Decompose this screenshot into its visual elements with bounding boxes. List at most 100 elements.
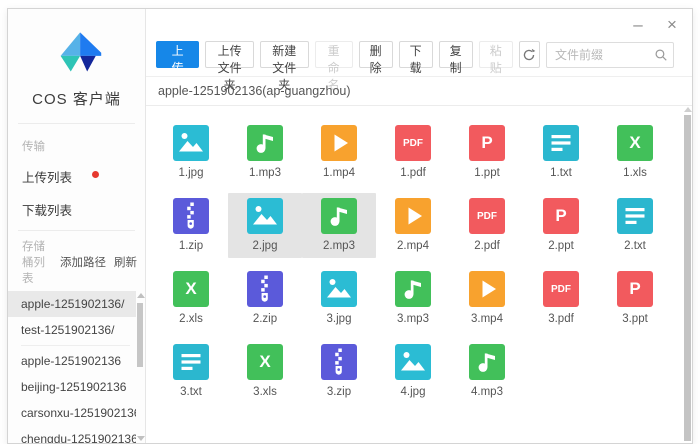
- download-list-label: 下载列表: [22, 204, 73, 218]
- scrollbar-thumb[interactable]: [684, 115, 691, 441]
- pdf-label-icon: PDF: [395, 125, 431, 161]
- bucket-item[interactable]: beijing-1251902136: [8, 374, 136, 400]
- file-name: 3.mp3: [397, 313, 429, 325]
- upload-file-button[interactable]: 上传文件: [156, 41, 200, 109]
- sidebar-scrollbar[interactable]: [136, 291, 145, 443]
- app-title: COS 客户端: [32, 91, 121, 108]
- file-item[interactable]: 1.mp3: [228, 120, 302, 185]
- bucket-item[interactable]: carsonxu-1251902136: [8, 400, 136, 426]
- file-name: 3.zip: [326, 386, 352, 398]
- file-item[interactable]: PDF 1.pdf: [376, 120, 450, 185]
- file-name: 3.jpg: [326, 313, 352, 325]
- toolbar-buttons: 上传文件 上传文件夹 新建文件夹 重命名 删除 下载 复制 粘贴: [156, 41, 513, 109]
- bucket-list-header: 存储桶列表 添加路径 刷新: [8, 231, 145, 291]
- file-name: 2.ppt: [548, 240, 574, 252]
- file-grid-area: 1.jpg 1.mp3 1.mp4 PDF 1.pdf P 1.ppt 1.txt X 1.xls…: [146, 106, 692, 443]
- bucket-item[interactable]: chengdu-1251902136: [8, 426, 136, 443]
- zipper-icon: [173, 198, 209, 234]
- file-item[interactable]: 1.txt: [524, 120, 598, 185]
- file-item[interactable]: 3.jpg: [302, 266, 376, 331]
- file-item[interactable]: 2.jpg: [228, 193, 302, 258]
- main-scrollbar[interactable]: [683, 106, 692, 443]
- file-item[interactable]: 1.mp4: [302, 120, 376, 185]
- scrollbar-thumb[interactable]: [137, 303, 143, 367]
- search-icon: [655, 48, 667, 61]
- app-logo: [8, 9, 145, 82]
- breadcrumb[interactable]: apple-1251902136(ap-guangzhou): [146, 76, 692, 106]
- file-item[interactable]: X 1.xls: [598, 120, 672, 185]
- refresh-buckets-button[interactable]: 刷新: [114, 254, 137, 270]
- new-folder-button[interactable]: 新建文件夹: [259, 41, 309, 92]
- refresh-icon: [524, 48, 536, 60]
- file-name: 1.mp3: [249, 167, 281, 179]
- sidebar-item-upload-list[interactable]: 上传列表: [8, 160, 145, 193]
- sidebar-nav: 传输 上传列表 下载列表: [8, 124, 145, 230]
- file-name: 1.mp4: [323, 167, 355, 179]
- upload-list-label: 上传列表: [22, 171, 73, 185]
- zipper-icon: [247, 271, 283, 307]
- file-item[interactable]: 3.txt: [154, 339, 228, 404]
- letter-x-icon: X: [173, 271, 209, 307]
- file-item[interactable]: 2.mp3: [302, 193, 376, 258]
- close-button[interactable]: ×: [662, 15, 682, 35]
- bucket-item[interactable]: apple-1251902136/: [8, 291, 136, 317]
- file-item[interactable]: 3.zip: [302, 339, 376, 404]
- download-button[interactable]: 下载: [398, 41, 433, 75]
- add-path-button[interactable]: 添加路径: [60, 254, 106, 270]
- file-name: 3.xls: [253, 386, 277, 398]
- upload-folder-button[interactable]: 上传文件夹: [205, 41, 254, 92]
- minimize-button[interactable]: –: [628, 15, 648, 35]
- window-controls: – ×: [628, 15, 682, 35]
- scroll-up-icon[interactable]: [137, 293, 145, 298]
- file-name: 4.jpg: [400, 386, 426, 398]
- file-name: 1.xls: [623, 167, 647, 179]
- file-item[interactable]: 4.mp3: [450, 339, 524, 404]
- file-item[interactable]: 2.zip: [228, 266, 302, 331]
- file-item[interactable]: 3.mp4: [450, 266, 524, 331]
- file-item[interactable]: X 2.xls: [154, 266, 228, 331]
- file-name: 2.jpg: [252, 240, 278, 252]
- file-item[interactable]: 4.jpg: [376, 339, 450, 404]
- paste-button: 粘贴: [478, 41, 513, 75]
- play-icon: [321, 125, 357, 161]
- bucket-item[interactable]: apple-1251902136: [8, 348, 136, 374]
- file-name: 3.mp4: [471, 313, 503, 325]
- scroll-up-icon[interactable]: [684, 107, 692, 112]
- file-item[interactable]: 3.mp3: [376, 266, 450, 331]
- image-icon: [321, 271, 357, 307]
- file-item[interactable]: PDF 3.pdf: [524, 266, 598, 331]
- file-name: 1.jpg: [178, 167, 204, 179]
- file-item[interactable]: 2.mp4: [376, 193, 450, 258]
- file-item[interactable]: 1.zip: [154, 193, 228, 258]
- file-item[interactable]: P 3.ppt: [598, 266, 672, 331]
- file-name: 2.zip: [252, 313, 278, 325]
- cos-logo-icon: [60, 32, 101, 72]
- copy-button[interactable]: 复制: [438, 41, 473, 75]
- letter-p-icon: P: [469, 125, 505, 161]
- app-window: COS 客户端 传输 上传列表 下载列表 存储桶列表 添加路径 刷新 apple…: [7, 8, 693, 444]
- bucket-item[interactable]: test-1251902136/: [8, 317, 136, 343]
- scroll-down-icon[interactable]: [137, 436, 145, 441]
- file-name: 2.xls: [179, 313, 203, 325]
- image-icon: [395, 344, 431, 380]
- rename-button: 重命名: [314, 41, 353, 92]
- file-item[interactable]: 2.txt: [598, 193, 672, 258]
- file-item[interactable]: P 2.ppt: [524, 193, 598, 258]
- file-name: 3.pdf: [548, 313, 574, 325]
- file-name: 4.mp3: [471, 386, 503, 398]
- file-item[interactable]: PDF 2.pdf: [450, 193, 524, 258]
- file-name: 2.mp3: [323, 240, 355, 252]
- letter-x-icon: X: [617, 125, 653, 161]
- file-item[interactable]: X 3.xls: [228, 339, 302, 404]
- delete-button[interactable]: 删除: [358, 41, 393, 75]
- music-note-icon: [469, 344, 505, 380]
- file-item[interactable]: P 1.ppt: [450, 120, 524, 185]
- letter-p-icon: P: [617, 271, 653, 307]
- image-icon: [173, 125, 209, 161]
- text-lines-icon: [617, 198, 653, 234]
- file-name: 1.txt: [550, 167, 572, 179]
- sidebar-item-download-list[interactable]: 下载列表: [8, 193, 145, 226]
- bucket-section-label: 存储桶列表: [22, 241, 45, 285]
- file-item[interactable]: 1.jpg: [154, 120, 228, 185]
- refresh-button[interactable]: [518, 41, 540, 68]
